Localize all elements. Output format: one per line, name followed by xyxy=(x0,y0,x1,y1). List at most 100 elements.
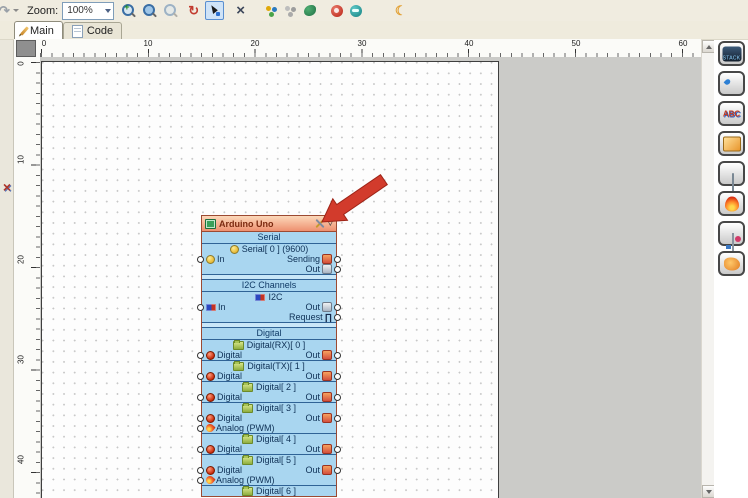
input-pin[interactable] xyxy=(197,394,204,401)
toolbox-hand-button[interactable] xyxy=(718,251,745,276)
left-delete-x-icon[interactable] xyxy=(1,180,13,194)
pin-label: Out xyxy=(305,371,320,381)
input-pin[interactable] xyxy=(197,304,204,311)
input-pin[interactable] xyxy=(197,256,204,263)
channel-label: Digital[ 6 ] xyxy=(255,486,297,496)
components-disabled-icon xyxy=(284,4,297,17)
output-pin[interactable] xyxy=(334,352,341,359)
components-disabled-button[interactable] xyxy=(283,3,298,18)
input-pin[interactable] xyxy=(197,425,204,432)
toolbox-package-button[interactable] xyxy=(718,131,745,156)
folder-icon xyxy=(241,433,253,444)
input-pin[interactable] xyxy=(197,415,204,422)
input-pin[interactable] xyxy=(197,477,204,484)
vruler-label: 30 xyxy=(16,355,26,364)
channel-header-digital1: Digital(TX)[ 1 ] xyxy=(202,360,336,371)
toolbox-display-button[interactable] xyxy=(718,161,745,192)
vruler-label: 20 xyxy=(16,255,26,264)
input-pin[interactable] xyxy=(197,446,204,453)
output-pin[interactable] xyxy=(334,256,341,263)
input-pin[interactable] xyxy=(197,352,204,359)
channel-label: Digital(RX)[ 0 ] xyxy=(246,340,306,350)
channel-label: Digital[ 4 ] xyxy=(255,434,297,444)
pin-row: In Out xyxy=(197,302,341,312)
red-badge-button[interactable] xyxy=(329,3,344,18)
zoom-out-button[interactable] xyxy=(143,4,156,17)
input-pin[interactable] xyxy=(197,373,204,380)
pin-label: Sending xyxy=(286,254,320,264)
redo-icon[interactable] xyxy=(0,3,12,18)
pin-label: Analog (PWM) xyxy=(216,475,275,485)
zoom-fit-button[interactable] xyxy=(164,4,177,17)
vertical-scrollbar[interactable] xyxy=(701,40,715,498)
digital-icon xyxy=(206,465,215,475)
wire-select-tool-button[interactable] xyxy=(205,1,225,20)
leaf-button[interactable] xyxy=(302,3,317,18)
refresh-button[interactable] xyxy=(186,3,201,18)
moon-button[interactable] xyxy=(393,3,408,18)
pin-label: Digital xyxy=(217,465,243,475)
pin-label: Out xyxy=(305,264,320,274)
output-pin[interactable] xyxy=(334,314,341,321)
hruler-label: 20 xyxy=(250,39,260,48)
pin-label: Digital xyxy=(217,413,243,423)
lamp-icon xyxy=(206,254,215,264)
folder-icon xyxy=(232,339,244,350)
pin-label: Digital xyxy=(217,350,243,360)
arduino-uno-component[interactable]: Arduino Uno Serial Serial[ 0 ] (9600) In… xyxy=(197,215,341,497)
design-canvas[interactable]: Arduino Uno Serial Serial[ 0 ] (9600) In… xyxy=(40,57,701,498)
out-icon xyxy=(322,413,332,423)
output-pin[interactable] xyxy=(334,394,341,401)
visuino-window: Zoom: 100% Main Code 0 xyxy=(0,0,748,498)
pin-row: Analog (PWM) xyxy=(197,474,336,486)
toolbox-fire-button[interactable] xyxy=(718,191,745,216)
toolbox-image-button[interactable] xyxy=(718,221,745,252)
pin-label: Out xyxy=(305,350,320,360)
tab-code[interactable]: Code xyxy=(62,22,123,39)
moon-icon xyxy=(395,3,407,19)
chevron-down-icon xyxy=(105,8,112,13)
teal-badge-button[interactable] xyxy=(348,3,363,18)
i2c-icon xyxy=(206,303,216,311)
tab-main[interactable]: Main xyxy=(14,21,63,39)
toolbar-overflow-icon[interactable] xyxy=(13,9,19,12)
out-icon xyxy=(322,371,332,381)
pin-row: Digital Out xyxy=(197,444,341,454)
components-button[interactable] xyxy=(264,3,279,18)
folder-icon xyxy=(241,454,253,465)
channel-header-serial0: Serial[ 0 ] (9600) xyxy=(202,244,336,254)
horizontal-ruler: 0 10 20 30 40 50 60 xyxy=(38,39,701,58)
tab-code-label: Code xyxy=(86,25,114,37)
toolbox-faucet-button[interactable] xyxy=(718,71,745,96)
code-page-icon xyxy=(71,24,83,38)
digital-icon xyxy=(206,392,215,402)
channel-header-i2c: I2C xyxy=(202,292,336,302)
toolbox-stack-button[interactable]: STACK xyxy=(718,41,745,66)
toolbox-abc-button[interactable]: ABC xyxy=(718,101,745,126)
channel-label: Digital(TX)[ 1 ] xyxy=(247,361,305,371)
folder-icon xyxy=(241,402,253,413)
zoom-value: 100% xyxy=(67,5,93,16)
delete-button[interactable] xyxy=(233,3,248,18)
output-pin[interactable] xyxy=(334,304,341,311)
input-pin[interactable] xyxy=(197,467,204,474)
pin-row: Out xyxy=(202,264,341,274)
stack-icon-label: STACK xyxy=(722,55,741,61)
channel-header-digital0: Digital(RX)[ 0 ] xyxy=(202,339,336,350)
output-pin[interactable] xyxy=(334,446,341,453)
output-pin[interactable] xyxy=(334,415,341,422)
zoom-select[interactable]: 100% xyxy=(62,1,115,20)
right-toolbox-panel: STACK ABC xyxy=(714,40,748,498)
folder-icon xyxy=(233,360,245,371)
pin-label: Out xyxy=(305,444,320,454)
output-pin[interactable] xyxy=(334,373,341,380)
output-pin[interactable] xyxy=(334,266,341,273)
annotation-arrow xyxy=(321,174,388,223)
output-pin[interactable] xyxy=(334,467,341,474)
arrow-down-icon xyxy=(705,489,712,494)
channel-header-digital2: Digital[ 2 ] xyxy=(202,381,336,392)
pin-row: Analog (PWM) xyxy=(197,422,336,434)
pin-row: Digital Out xyxy=(197,413,341,423)
teal-badge-icon xyxy=(349,4,362,17)
zoom-in-button[interactable] xyxy=(122,4,135,17)
